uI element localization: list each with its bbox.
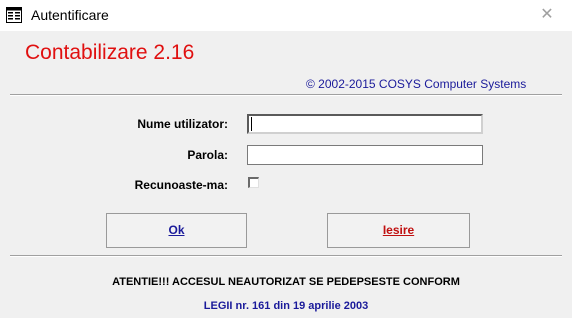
- window-title: Autentificare: [31, 7, 109, 23]
- header-divider: [10, 94, 562, 96]
- title-bar[interactable]: Autentificare ✕: [0, 0, 572, 31]
- law-reference: LEGII nr. 161 din 19 aprilie 2003: [203, 300, 369, 312]
- username-label: Nume utilizator:: [137, 117, 228, 131]
- footer-divider: [10, 255, 562, 257]
- password-input[interactable]: [247, 145, 483, 165]
- ok-button[interactable]: Ok: [106, 213, 247, 248]
- exit-button[interactable]: Iesire: [327, 213, 470, 248]
- remember-me-checkbox[interactable]: [248, 177, 259, 188]
- text-caret: [251, 117, 252, 131]
- remember-me-label: Recunoaste-ma:: [134, 178, 228, 192]
- app-title: Contabilizare 2.16: [25, 41, 195, 64]
- copyright-text: © 2002-2015 COSYS Computer Systems: [306, 77, 527, 91]
- access-warning: ATENTIE!!! ACCESUL NEAUTORIZAT SE PEDEPS…: [112, 276, 460, 288]
- login-dialog: Autentificare ✕ Contabilizare 2.16 © 200…: [0, 0, 572, 318]
- username-input[interactable]: [247, 114, 483, 134]
- password-label: Parola:: [187, 148, 228, 162]
- close-button[interactable]: ✕: [532, 3, 562, 27]
- form-icon: [6, 7, 22, 23]
